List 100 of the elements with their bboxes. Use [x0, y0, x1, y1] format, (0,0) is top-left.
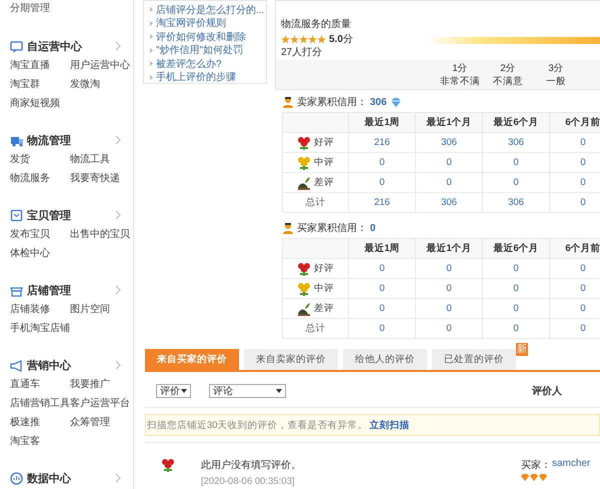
sidebar-item[interactable]: 发微淘 — [70, 78, 100, 91]
review-date: [2020-08-06 00:35:03] — [201, 476, 296, 487]
sidebar-item[interactable]: 出售中的宝贝 — [70, 228, 130, 241]
megaphone-icon — [10, 358, 23, 372]
new-badge: 新 — [516, 343, 528, 356]
sidebar-section-title[interactable]: 物流管理 — [27, 132, 71, 148]
sidebar-item[interactable]: 淘宝群 — [10, 78, 40, 91]
sidebar-item[interactable]: 我要寄快递 — [70, 172, 120, 185]
column-header: 最近1周 — [364, 243, 400, 254]
sidebar-section-title[interactable]: 店铺管理 — [27, 282, 71, 298]
table-cell[interactable]: 306 — [508, 197, 524, 208]
review-tab[interactable]: 已处置的评价 — [432, 349, 516, 370]
table-cell[interactable]: 0 — [446, 283, 452, 294]
row-label: 总计 — [306, 322, 326, 335]
review-tab[interactable]: 给他人的评价 — [343, 349, 427, 370]
sidebar-item[interactable]: 店铺装修 — [10, 303, 50, 316]
table-cell[interactable]: 0 — [580, 323, 586, 334]
sidebar-item[interactable]: 物流服务 — [10, 172, 50, 185]
credit-value[interactable]: 0 — [370, 222, 376, 234]
table-cell[interactable]: 0 — [580, 263, 586, 274]
table-cell[interactable]: 0 — [580, 137, 586, 148]
sidebar-item[interactable]: 发货 — [10, 153, 30, 166]
table-cell[interactable]: 0 — [580, 283, 586, 294]
sidebar-section-title[interactable]: 营销中心 — [27, 358, 71, 372]
table-cell[interactable]: 0 — [379, 263, 385, 274]
caret-icon — [276, 389, 282, 393]
table-cell[interactable]: 0 — [580, 303, 586, 314]
row-label: 好评 — [314, 136, 334, 149]
filter-dropdown[interactable]: 评论 — [209, 384, 286, 398]
sidebar-item[interactable]: 体检中心 — [10, 247, 50, 260]
sidebar-item[interactable]: 店铺营销工具 — [10, 397, 70, 410]
sidebar-item[interactable]: 分期管理 — [10, 2, 50, 16]
help-link[interactable]: "炒作信用"如何处罚 — [156, 43, 244, 58]
table-cell[interactable]: 216 — [374, 197, 390, 208]
table-cell[interactable]: 0 — [513, 303, 519, 314]
help-link[interactable]: 店铺评分是怎么打分的... — [156, 2, 264, 17]
sidebar-item[interactable]: 直通车 — [10, 378, 40, 391]
row-label: 中评 — [314, 156, 334, 169]
sidebar-item[interactable]: 物流工具 — [70, 153, 110, 166]
table-cell[interactable]: 0 — [580, 157, 586, 168]
scale-label: 非常不满 — [440, 75, 480, 88]
sidebar-item[interactable]: 图片空间 — [70, 303, 110, 316]
flower-icon — [297, 136, 311, 150]
table-cell[interactable]: 0 — [580, 197, 586, 208]
sidebar-item[interactable]: 极速推 — [10, 416, 40, 429]
bullet-icon — [150, 7, 153, 12]
help-link[interactable]: 淘宝网评价规则 — [156, 16, 226, 30]
table-cell[interactable]: 0 — [379, 157, 385, 168]
table-cell[interactable]: 0 — [580, 177, 586, 188]
credit-value[interactable]: 306 — [370, 96, 387, 108]
sidebar-item[interactable]: 商家短视频 — [10, 97, 60, 110]
table-cell[interactable]: 0 — [446, 177, 452, 188]
table-cell[interactable]: 0 — [513, 323, 519, 334]
table-cell[interactable]: 0 — [379, 177, 385, 188]
sidebar-section-title[interactable]: 数据中心 — [27, 470, 71, 486]
table-cell[interactable]: 0 — [379, 323, 385, 334]
chevron-icon — [115, 41, 121, 51]
filter-dropdown[interactable]: 评价 — [156, 384, 191, 398]
scale-score: 2分 — [500, 62, 516, 75]
table-cell[interactable]: 0 — [446, 323, 452, 334]
scale-score: 1分 — [452, 62, 468, 75]
table-cell[interactable]: 0 — [513, 263, 519, 274]
bullet-icon — [150, 34, 153, 40]
sidebar-section-title[interactable]: 自运营中心 — [27, 38, 82, 54]
scan-link[interactable]: 立刻扫描 — [370, 418, 410, 432]
help-link[interactable]: 手机上评价的步骤 — [156, 70, 236, 84]
column-header: 评价人 — [532, 384, 562, 398]
table-cell[interactable]: 0 — [446, 263, 452, 274]
help-link[interactable]: 被差评怎么办? — [156, 56, 222, 71]
row-label: 差评 — [314, 302, 334, 315]
user-icon — [282, 222, 294, 234]
review-tab[interactable]: 来自卖家的评价 — [244, 349, 338, 370]
reviewer-link[interactable]: samcher — [552, 458, 590, 472]
sidebar-item[interactable]: 淘宝客 — [10, 435, 40, 448]
table-cell[interactable]: 0 — [379, 303, 385, 314]
sidebar-item[interactable]: 众筹管理 — [70, 416, 110, 429]
chevron-icon — [115, 285, 121, 295]
buyer-rank-icon — [521, 474, 547, 481]
help-link[interactable]: 评价如何修改和删除 — [156, 30, 246, 44]
sidebar-item[interactable]: 我要推广 — [70, 378, 110, 391]
table-cell[interactable]: 306 — [441, 197, 457, 208]
sidebar-item[interactable]: 客户运营平台 — [70, 397, 130, 410]
flower-icon — [297, 282, 311, 296]
table-cell[interactable]: 0 — [513, 283, 519, 294]
sidebar-item[interactable]: 淘宝直播 — [10, 59, 50, 72]
table-cell[interactable]: 306 — [508, 137, 524, 148]
chat-bubble-icon — [10, 40, 23, 52]
table-cell[interactable]: 0 — [513, 177, 519, 188]
sidebar-item[interactable]: 手机淘宝店铺 — [10, 322, 70, 335]
review-tab[interactable]: 来自买家的评价 — [145, 349, 239, 370]
table-cell[interactable]: 216 — [374, 137, 390, 148]
sidebar-item[interactable]: 发布宝贝 — [10, 228, 50, 241]
table-cell[interactable]: 0 — [446, 157, 452, 168]
sidebar-item[interactable]: 用户运营中心 — [70, 59, 130, 72]
table-cell[interactable]: 0 — [379, 283, 385, 294]
table-cell[interactable]: 306 — [441, 137, 457, 148]
table-cell[interactable]: 0 — [446, 303, 452, 314]
table-cell[interactable]: 0 — [513, 157, 519, 168]
rating-title: 物流服务的质量 — [281, 18, 352, 32]
sidebar-section-title[interactable]: 宝贝管理 — [27, 208, 71, 222]
